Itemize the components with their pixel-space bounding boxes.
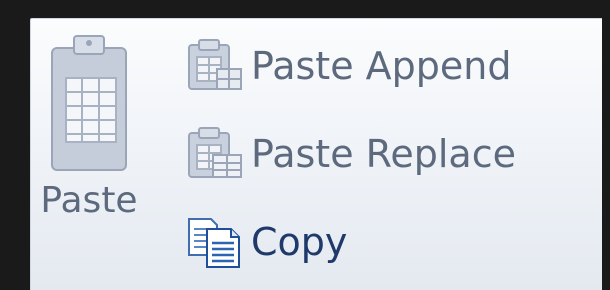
clipboard-icon xyxy=(51,35,127,171)
paste-replace-icon xyxy=(183,127,245,181)
paste-append-button[interactable]: Paste Append xyxy=(183,36,511,96)
copy-icon xyxy=(183,215,245,269)
paste-replace-button[interactable]: Paste Replace xyxy=(183,124,516,184)
paste-append-label: Paste Append xyxy=(251,44,512,88)
copy-button[interactable]: Copy xyxy=(183,212,347,272)
paste-button-label: Paste xyxy=(40,180,138,221)
paste-append-icon xyxy=(183,39,245,93)
copy-label: Copy xyxy=(251,220,348,264)
paste-button[interactable]: Paste xyxy=(30,18,148,248)
paste-replace-label: Paste Replace xyxy=(251,132,516,176)
window-frame: Paste Paste Append Paste Replace Copy xyxy=(0,0,610,290)
